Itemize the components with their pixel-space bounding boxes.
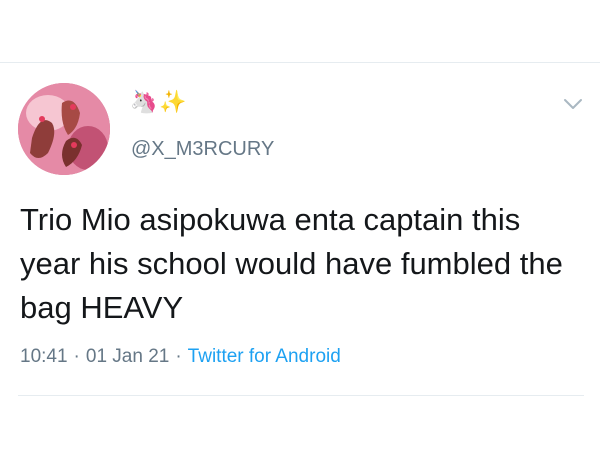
tweet-meta: 10:41 · 01 Jan 21 · Twitter for Android (20, 346, 341, 368)
top-divider (0, 62, 600, 63)
tweet-date[interactable]: 01 Jan 21 (86, 346, 169, 367)
display-name[interactable]: 🦄 ✨ (130, 88, 187, 118)
tweet-time[interactable]: 10:41 (20, 346, 68, 367)
meta-separator: · (73, 346, 80, 367)
meta-separator: · (175, 346, 182, 367)
unicorn-icon: 🦄 (130, 90, 158, 115)
avatar-image (18, 83, 110, 175)
user-handle[interactable]: @X_M3RCURY (131, 138, 274, 161)
avatar[interactable] (18, 83, 110, 175)
tweet-text: Trio Mio asipokuwa enta captain this yea… (20, 202, 563, 325)
chevron-down-icon[interactable] (562, 96, 584, 112)
bottom-divider (18, 395, 584, 396)
tweet-source-link[interactable]: Twitter for Android (188, 346, 341, 367)
sparkles-icon: ✨ (159, 90, 187, 115)
